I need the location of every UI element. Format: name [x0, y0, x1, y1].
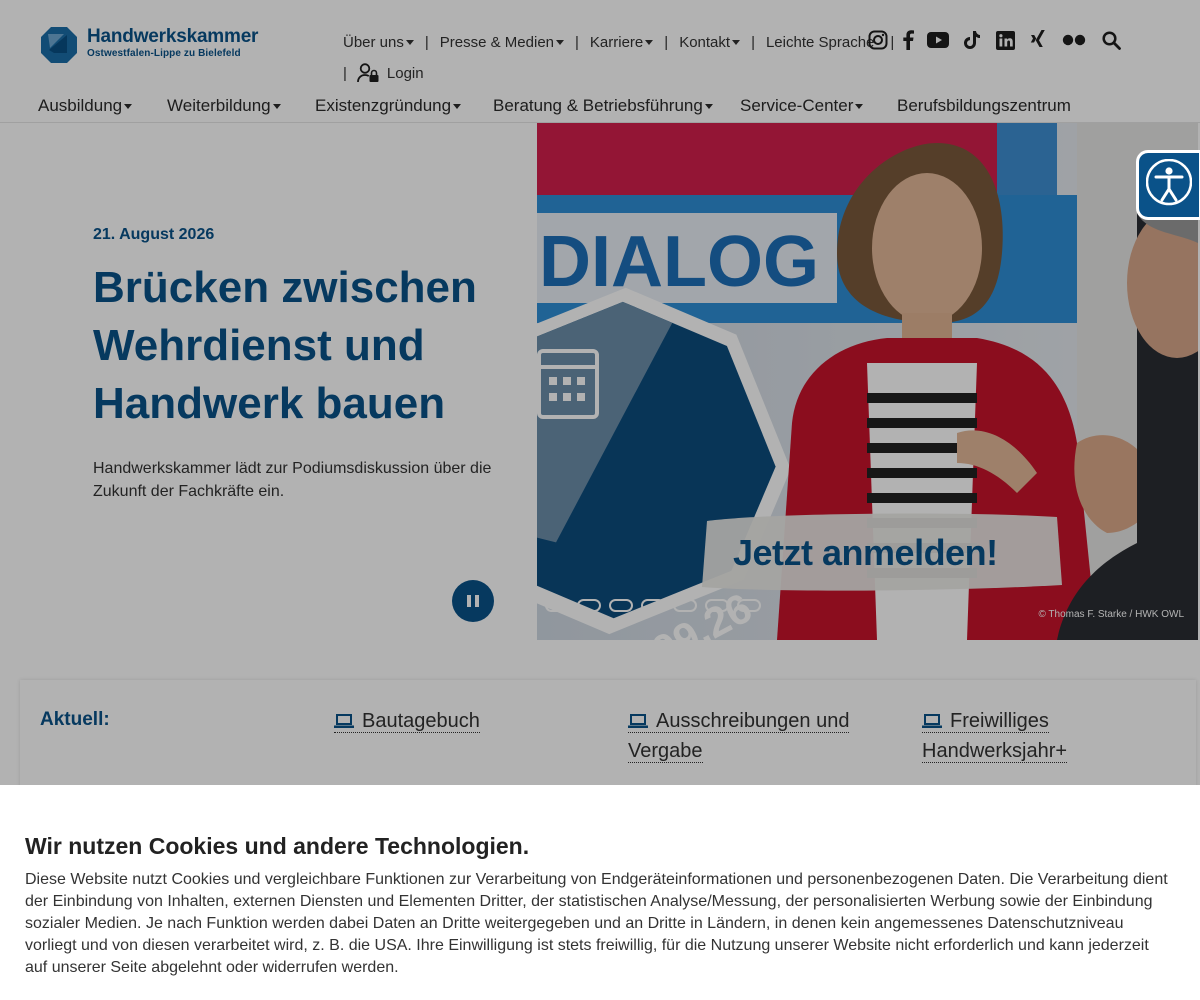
- cookie-banner: Wir nutzen Cookies und andere Technologi…: [0, 785, 1200, 1000]
- accessibility-button[interactable]: [1136, 150, 1200, 220]
- cookie-text: Diese Website nutzt Cookies und vergleic…: [25, 871, 1168, 976]
- cookie-title: Wir nutzen Cookies und andere Technologi…: [25, 833, 530, 859]
- accessibility-icon: [1146, 159, 1192, 206]
